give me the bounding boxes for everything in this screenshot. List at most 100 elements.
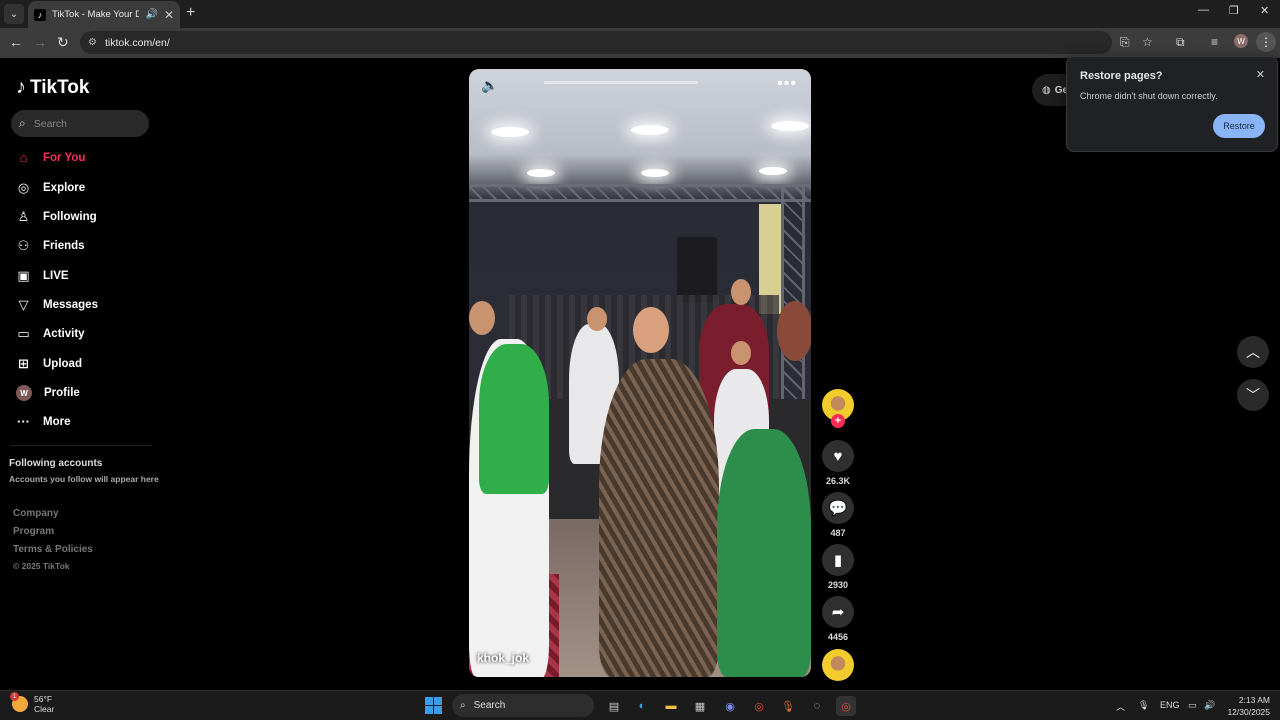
like-button[interactable]: ♥ — [822, 440, 854, 472]
bookmark-star-icon[interactable]: ☆ — [1142, 35, 1153, 49]
sidebar-item-activity[interactable]: ▭ Activity — [16, 326, 85, 342]
start-button[interactable] — [425, 697, 442, 714]
sidebar-item-label: Activity — [43, 328, 85, 340]
video-person-head — [777, 301, 811, 361]
close-tab-icon[interactable]: ✕ — [164, 8, 174, 22]
weather-badge: 1 — [10, 692, 19, 701]
sidebar-item-label: Friends — [43, 240, 85, 252]
video-player[interactable]: 🔈 ••• khok_jok — [469, 69, 811, 677]
sidebar-item-live[interactable]: ▣ LIVE — [16, 268, 68, 284]
taskbar-search[interactable]: ⌕ Search — [452, 694, 594, 717]
edge-icon[interactable]: ◐ — [632, 696, 652, 716]
phone-icon: ◍ — [1042, 84, 1051, 96]
address-bar[interactable]: ⚙ tiktok.com/en/ — [80, 31, 1112, 54]
close-icon[interactable]: ✕ — [1256, 68, 1265, 81]
file-explorer-icon[interactable]: ▬ — [661, 696, 681, 716]
video-person-head — [469, 301, 495, 335]
extensions-icon[interactable]: ⧉ — [1176, 35, 1185, 50]
language-indicator[interactable]: ENG — [1160, 700, 1180, 710]
sidebar-item-upload[interactable]: ⊞ Upload — [16, 356, 82, 372]
video-author[interactable]: khok_jok — [477, 651, 529, 665]
browser-menu-icon[interactable]: ⋮ — [1256, 32, 1276, 52]
share-button[interactable]: ➦ — [822, 596, 854, 628]
microphone-app-icon[interactable]: 🎙 — [778, 696, 798, 716]
video-ceiling-light — [759, 167, 787, 175]
browser-toolbar: ← → ↻ ⚙ tiktok.com/en/ ⎘ ☆ ⧉ ≡ — [0, 28, 1280, 58]
weather-widget[interactable]: 1 56°F Clear — [10, 692, 54, 714]
tray-overflow-icon[interactable]: ︿ — [1116, 700, 1125, 713]
video-person — [599, 359, 719, 677]
comment-count: 487 — [830, 528, 846, 538]
video-stage-truss — [469, 184, 811, 202]
home-icon: ⌂ — [19, 150, 28, 165]
url-text: tiktok.com/en/ — [104, 36, 170, 49]
sidebar-item-following[interactable]: ♙ Following — [16, 209, 97, 225]
speaker-icon[interactable]: 🔊 — [145, 9, 157, 20]
video-person — [717, 429, 811, 677]
browser-tab[interactable]: ♪ TikTok - Make Your Day 🔊 ✕ — [28, 1, 180, 28]
sidebar: ♪ TikTok ⌕ Search ⌂ For You ◎ Explore ♙ … — [0, 58, 160, 690]
new-tab-button[interactable]: + — [186, 4, 195, 22]
close-window-button[interactable]: ✕ — [1260, 4, 1269, 17]
video-ceiling-light — [527, 169, 555, 177]
previous-video-button[interactable]: ︿ — [1237, 336, 1269, 368]
sidebar-item-profile[interactable]: W Profile — [16, 385, 80, 401]
copyright-text: © 2025 TikTok — [13, 561, 70, 571]
microphone-icon[interactable]: 🎙 — [1138, 700, 1149, 711]
chevron-up-icon: ︿ — [1246, 344, 1260, 360]
maximize-button[interactable]: ❐ — [1229, 4, 1239, 17]
display-icon[interactable]: ▭ — [1188, 700, 1197, 711]
footer-link-program[interactable]: Program — [13, 526, 54, 537]
save-count: 2930 — [827, 580, 849, 590]
store-icon[interactable]: ▦ — [690, 696, 710, 716]
tiktok-logo[interactable]: ♪ TikTok — [16, 76, 89, 99]
sidebar-item-for-you[interactable]: ⌂ For You — [16, 150, 86, 165]
discord-icon[interactable]: ◉ — [720, 696, 740, 716]
search-input[interactable]: ⌕ Search — [11, 110, 149, 137]
forward-button[interactable]: → — [33, 34, 47, 50]
reload-button[interactable]: ↻ — [57, 34, 69, 51]
tiktok-favicon-icon: ♪ — [34, 8, 46, 21]
avatar: W — [16, 385, 32, 401]
tab-search-button[interactable]: ⌄ — [4, 4, 24, 24]
following-accounts-subtitle: Accounts you follow will appear here — [9, 474, 159, 484]
video-more-options-icon[interactable]: ••• — [777, 75, 797, 93]
video-person-head — [633, 307, 669, 353]
site-info-icon[interactable]: ⚙ — [88, 37, 97, 48]
chrome-profile-icon[interactable]: ◎ — [836, 696, 856, 716]
next-video-button[interactable]: ﹀ — [1237, 379, 1269, 411]
follow-plus-icon[interactable]: + — [831, 414, 845, 428]
sidebar-item-friends[interactable]: ⚇ Friends — [16, 238, 85, 254]
share-count: 4456 — [827, 632, 849, 642]
back-button[interactable]: ← — [9, 34, 23, 50]
browser-profile-avatar[interactable]: W — [1234, 34, 1248, 48]
comment-button[interactable]: 💬 — [822, 492, 854, 524]
volume-icon[interactable]: 🔈 — [481, 77, 498, 94]
following-accounts-title: Following accounts — [9, 458, 103, 469]
clock[interactable]: 2:13 AM 12/30/2025 — [1224, 694, 1270, 718]
video-person — [479, 344, 549, 494]
app-icon[interactable]: ◌ — [807, 696, 827, 716]
video-progress-bar[interactable] — [544, 81, 698, 84]
media-control-icon[interactable]: ≡ — [1211, 35, 1218, 49]
sidebar-item-explore[interactable]: ◎ Explore — [16, 180, 85, 196]
video-person-head — [731, 279, 751, 305]
comment-icon: 💬 — [828, 500, 848, 517]
sidebar-item-label: More — [43, 415, 71, 428]
video-person-head — [731, 341, 751, 365]
footer-link-company[interactable]: Company — [13, 508, 59, 519]
temperature: 56°F — [34, 694, 53, 704]
volume-icon[interactable]: 🔊 — [1204, 700, 1215, 711]
bookmark-icon: ▮ — [833, 552, 843, 569]
install-app-icon[interactable]: ⎘ — [1120, 35, 1130, 50]
minimize-button[interactable]: — — [1198, 4, 1209, 16]
sidebar-item-more[interactable]: ··· More — [16, 414, 70, 429]
more-icon: ··· — [17, 414, 30, 429]
restore-button[interactable]: Restore — [1213, 114, 1265, 138]
sidebar-item-messages[interactable]: ▽ Messages — [16, 297, 98, 313]
chrome-icon[interactable]: ◎ — [749, 696, 769, 716]
music-disc-avatar[interactable] — [822, 649, 854, 681]
save-button[interactable]: ▮ — [822, 544, 854, 576]
task-view-icon[interactable]: ▤ — [604, 696, 624, 716]
footer-link-terms[interactable]: Terms & Policies — [13, 544, 93, 555]
